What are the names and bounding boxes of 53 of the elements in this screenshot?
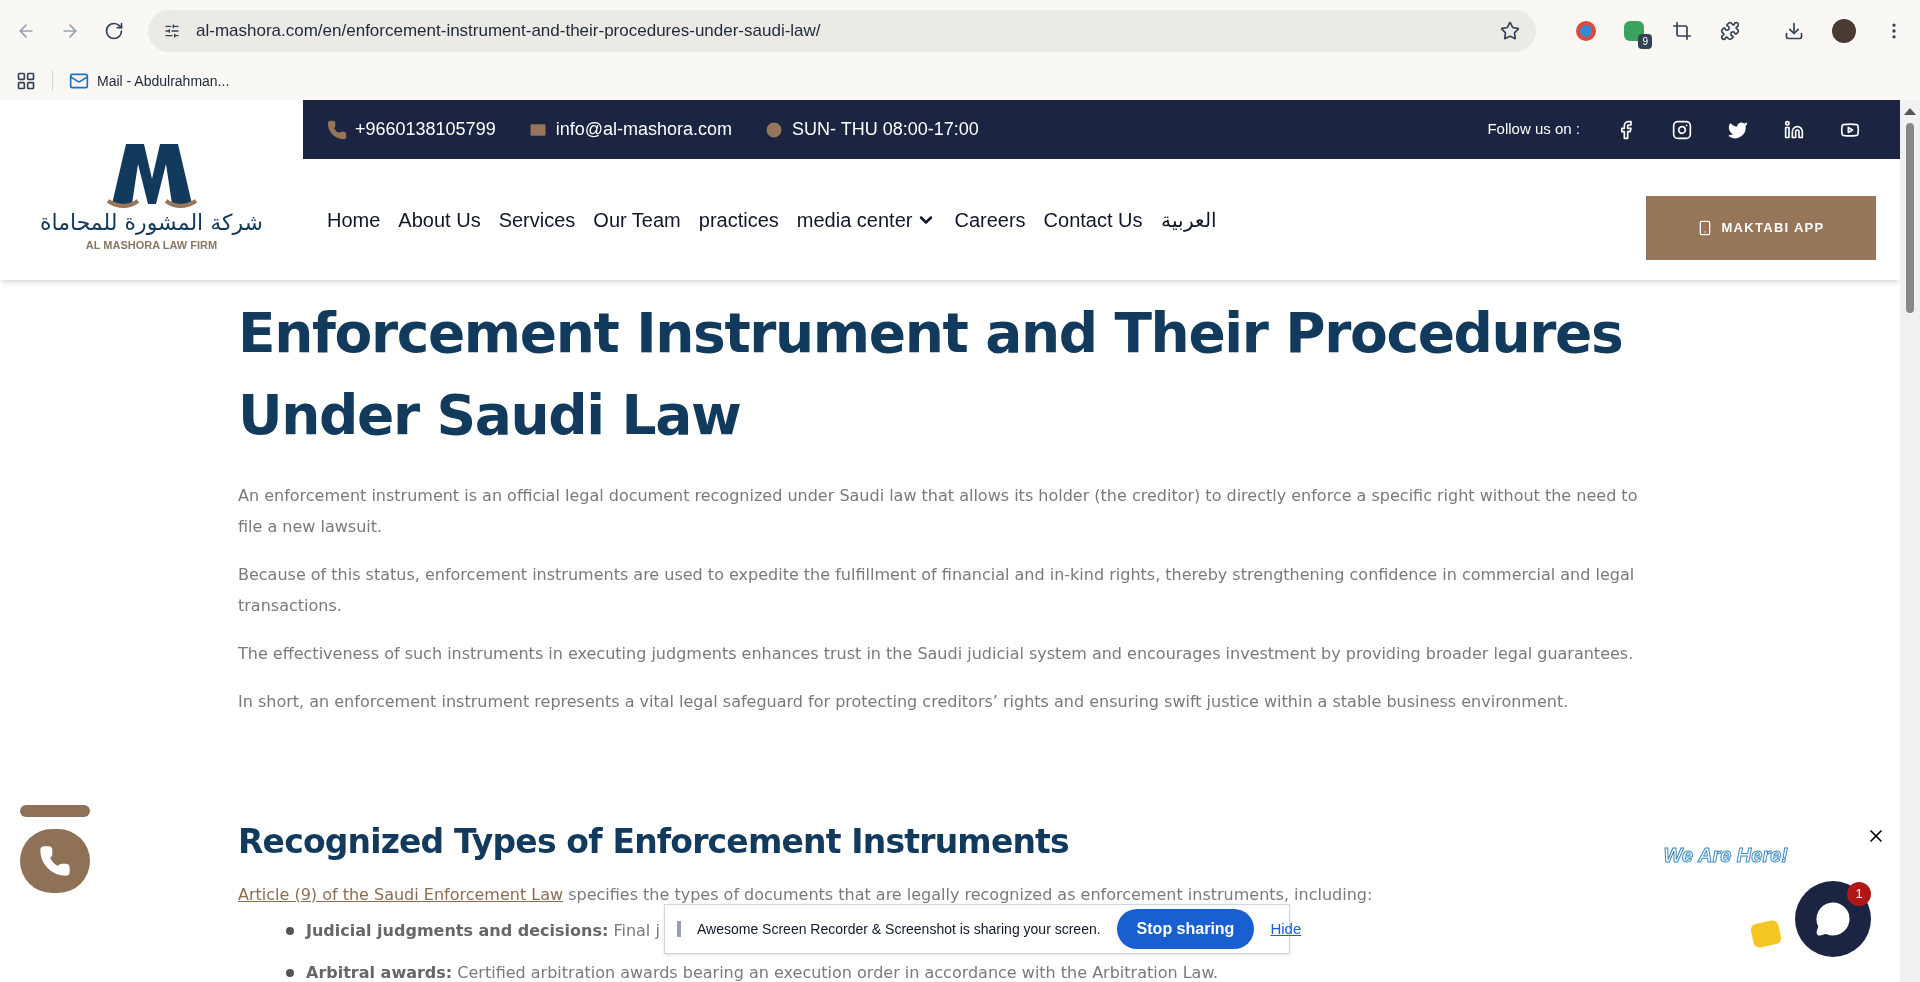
bookmark-star-icon[interactable] xyxy=(1500,21,1520,41)
article-link[interactable]: Article (9) of the Saudi Enforcement Law xyxy=(238,884,564,904)
nav-link[interactable]: Contact Us xyxy=(1043,204,1143,235)
nav-link[interactable]: media center xyxy=(796,204,937,235)
email-text: info@al-mashora.com xyxy=(555,118,732,141)
site-info-icon[interactable] xyxy=(164,23,180,39)
extension-icon[interactable] xyxy=(1576,21,1596,41)
phone-icon xyxy=(327,119,347,140)
nav-link[interactable]: Services xyxy=(498,204,576,235)
chat-greeting: We Are Here! xyxy=(1663,843,1788,868)
drag-handle-icon[interactable] xyxy=(677,921,681,937)
phone-icon xyxy=(39,845,71,877)
chat-icon xyxy=(1815,901,1851,937)
extensions-icon[interactable] xyxy=(1720,21,1740,41)
article-paragraph: The effectiveness of such instruments in executing judgments enhances trust in the Saudi judicial system and encourages investment by providing broader legal guarantees. xyxy=(238,643,1635,665)
nav-link[interactable]: Home xyxy=(327,204,381,235)
download-icon[interactable] xyxy=(1784,21,1804,41)
intro-paragraph: Article (9) of the Saudi Enforcement Law specifies the types of documents that are legally recognized as enforcement instruments, including: xyxy=(238,883,1374,906)
profile-avatar[interactable] xyxy=(1832,19,1856,43)
hide-link[interactable]: Hide xyxy=(1270,917,1302,941)
bullet-item: Arbitral awards: Certified arbitration awards bearing an execution order in accordance with the Arbitration Law. xyxy=(306,961,1219,982)
bookmark-link[interactable]: Mail - Abdulrahman... xyxy=(69,70,230,92)
hours-text: SUN- THU 08:00-17:00 xyxy=(792,118,979,141)
mail-icon xyxy=(69,71,89,91)
bullet-item: Judicial judgments and decisions: Final j xyxy=(306,919,660,942)
nav-link[interactable]: About Us xyxy=(398,204,481,235)
article-paragraph: Because of this status, enforcement instruments are used to expedite the fulfillment of financial and in-kind rights, thereby strengthening confidence in commercial and legal transactions. xyxy=(238,564,1636,617)
linkedin-icon[interactable] xyxy=(1784,119,1804,140)
scrollbar[interactable] xyxy=(1900,100,1920,982)
maktabi-app-button[interactable]: MAKTABI APP xyxy=(1646,195,1876,260)
article-paragraph: An enforcement instrument is an official legal document recognized under Saudi law that allows its holder (the creditor) to directly enforce a specific right without the need to file a new lawsuit. xyxy=(238,485,1639,538)
nav-link[interactable]: practices xyxy=(698,204,779,235)
logo-english-text: AL MASHORA LAW FIRM xyxy=(85,237,218,253)
phone-text: +9660138105799 xyxy=(355,118,496,141)
follow-label: Follow us on : xyxy=(1487,119,1580,140)
stop-sharing-button[interactable]: Stop sharing xyxy=(1116,909,1255,949)
reload-icon[interactable] xyxy=(104,21,124,41)
nav-link[interactable]: العربية xyxy=(1160,204,1217,235)
url-text: al-mashora.com/en/enforcement-instrument-and-their-procedures-under-saudi-law/ xyxy=(196,20,822,43)
instagram-icon[interactable] xyxy=(1672,119,1692,140)
twitter-icon[interactable] xyxy=(1728,119,1748,140)
apps-icon[interactable] xyxy=(16,71,36,91)
article-title: Enforcement Instrument and Their Procedures Under Saudi Law xyxy=(238,300,1624,449)
nav-link[interactable]: Our Team xyxy=(593,204,681,235)
article-paragraph: In short, an enforcement instrument represents a vital legal safeguard for protecting creditors’ rights and ensuring swift justice within a stable business environment. xyxy=(238,691,1570,713)
logo-arabic-text: شركة المشورة للمحاماة xyxy=(39,209,264,237)
crop-icon[interactable] xyxy=(1672,21,1692,41)
section-heading: Recognized Types of Enforcement Instruments xyxy=(238,821,1070,863)
extension-badge: 9 xyxy=(1638,34,1652,49)
address-bar[interactable]: al-mashora.com/en/enforcement-instrument-and-their-procedures-under-saudi-law/ xyxy=(148,10,1536,52)
share-message: Awesome Screen Recorder & Screenshot is sharing your screen. xyxy=(697,919,1101,939)
unread-badge: 1 xyxy=(1847,882,1871,906)
nav-link[interactable]: Careers xyxy=(954,204,1026,235)
